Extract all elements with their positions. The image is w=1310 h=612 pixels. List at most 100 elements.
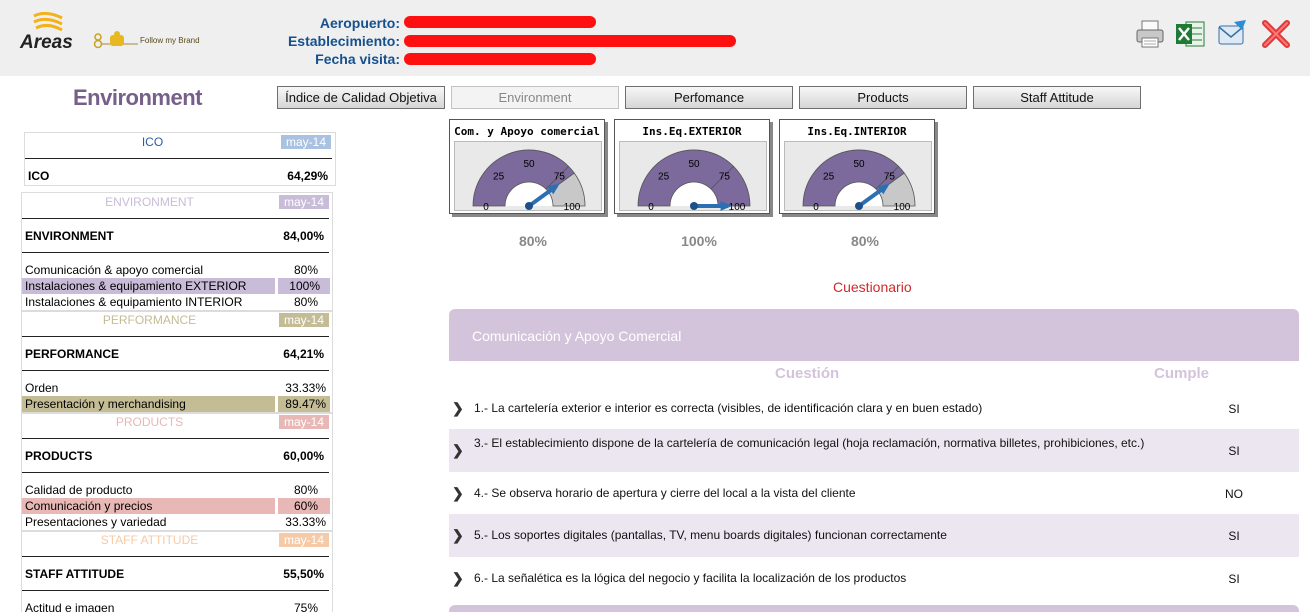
products-item-label: Presentaciones y variedad [25,515,167,529]
gauge-value: 80% [518,233,548,249]
products-header: PRODUCTS [115,415,184,429]
gauge-hub [855,202,863,210]
gauge-tick-label: 25 [658,172,670,183]
environment-item-label: Instalaciones & equipamiento EXTERIOR [22,278,275,294]
expand-arrow-icon[interactable]: ❯ [452,570,464,587]
section-header[interactable]: Comunicación y Apoyo Comercial [449,309,1299,361]
page-title: Environment [73,85,202,110]
environment-item-label: Instalaciones & equipamiento INTERIOR [25,295,243,309]
gauge-title: Ins.Eq.INTERIOR [807,125,907,138]
areas-logo: Areas [20,12,82,54]
question-text: 1.- La cartelería exterior e interior es… [474,401,983,415]
question-row[interactable]: ❯ 6.- La señalética es la lógica del neg… [449,557,1299,599]
gauge-hub [525,202,533,210]
brand-icon [93,31,138,49]
products-item-value: 80% [293,483,318,497]
gauge-tick-label: 0 [813,202,819,212]
gauge-face: 0 25 50 75 100 [454,141,602,213]
staff-total-label: STAFF ATTITUDE [25,567,125,581]
staff-rule-2 [22,590,329,591]
products-total-value: 60,00% [283,449,324,463]
performance-total-label: PERFORMANCE [25,347,120,361]
question-answer: SI [1228,444,1240,458]
gauge-tick-label: 0 [483,202,489,212]
ico-rule [25,158,332,159]
environment-header: ENVIRONMENT [105,195,194,209]
environment-date: may-14 [279,195,329,209]
staff-item-label: Actitud e imagen [25,601,115,612]
environment-total-value: 84,00% [283,229,324,243]
question-row[interactable]: ❯ 1.- La cartelería exterior e interior … [449,387,1299,429]
question-text: 5.- Los soportes digitales (pantallas, T… [474,528,947,542]
expand-arrow-icon[interactable]: ❯ [452,442,464,459]
environment-item-label: Comunicación & apoyo comercial [25,263,204,277]
products-total-label: PRODUCTS [25,449,93,463]
aeropuerto-redacted [404,16,596,28]
ico-total-value: 64,29% [287,169,328,183]
fecha-visita-redacted [404,53,596,65]
gauge-ins-interior: Ins.Eq.INTERIOR 0 25 50 75 100 [779,119,935,214]
gauge-hub [690,202,698,210]
products-item-value: 33.33% [285,515,326,529]
products-item-label: Comunicación y precios [22,498,275,514]
excel-icon[interactable] [1174,18,1206,50]
ico-total-label: ICO [28,169,50,183]
gauge-tick-label: 75 [719,172,731,183]
ico-date: may-14 [281,135,331,149]
environment-total-label: ENVIRONMENT [25,229,114,243]
gauge-ins-exterior: Ins.Eq.EXTERIOR 0 25 50 75 100 [614,119,770,214]
environment-item-value: 100% [278,278,330,294]
question-row[interactable]: ❯ 3.- El establecimiento dispone de la c… [449,429,1299,472]
tab-staff-attitude[interactable]: Staff Attitude [973,86,1141,109]
gauge-tick-label: 50 [853,159,865,170]
products-rule-2 [22,472,329,473]
question-text: 6.- La señalética es la lógica del negoc… [474,571,907,585]
staff-item-value: 75% [293,601,318,612]
aeropuerto-label: Aeropuerto: [319,15,400,31]
visit-info-labels: Aeropuerto: Establecimiento: Fecha visit… [240,14,400,68]
gauge-face: 0 25 50 75 100 [784,141,932,213]
brand-text: Follow my Brand [140,35,200,45]
staff-header: STAFF ATTITUDE [100,533,199,547]
gauge-tick-label: 25 [823,172,835,183]
products-item-value: 60% [278,498,330,514]
products-item-label: Calidad de producto [25,483,133,497]
gauge-title: Ins.Eq.EXTERIOR [642,125,742,138]
column-header-answer: Cumple [1154,365,1210,382]
close-icon[interactable] [1260,18,1292,50]
expand-arrow-icon[interactable]: ❯ [452,527,464,544]
question-text: 4.- Se observa horario de apertura y cie… [474,486,856,500]
column-header-question: Cuestión [775,365,840,382]
gauge-tick-label: 75 [554,172,566,183]
gauge-com-apoyo: Com. y Apoyo comercial 0 25 50 75 100 [449,119,605,214]
question-answer: SI [1228,529,1240,543]
logo-text: Areas [20,32,73,53]
staff-date: may-14 [279,533,329,547]
tab-performance[interactable]: Perfomance [625,86,793,109]
expand-arrow-icon[interactable]: ❯ [452,400,464,417]
expand-arrow-icon[interactable]: ❯ [452,485,464,502]
products-date: may-14 [279,415,329,429]
establecimiento-redacted [404,35,736,47]
environment-item-value: 80% [293,295,318,309]
gauge-tick-label: 100 [564,202,581,212]
fecha-visita-label: Fecha visita: [315,51,400,67]
tab-products[interactable]: Products [799,86,967,109]
question-row[interactable]: ❯ 4.- Se observa horario de apertura y c… [449,472,1299,514]
gauge-tick-label: 50 [523,159,535,170]
header-bar: Areas Follow my Brand Aeropuerto: Establ… [0,0,1310,76]
brand-logo: Follow my Brand [92,30,200,50]
performance-total-value: 64,21% [283,347,324,361]
performance-header: PERFORMANCE [102,313,197,327]
tab-ico[interactable]: Índice de Calidad Objetiva [277,86,445,109]
email-icon[interactable] [1216,18,1248,50]
question-row[interactable]: ❯ 5.- Los soportes digitales (pantallas,… [449,514,1299,557]
print-icon[interactable] [1134,18,1166,50]
question-text: 3.- El establecimiento dispone de la car… [474,436,1145,450]
staff-rule [22,556,329,557]
gauge-value: 100% [681,233,717,249]
performance-item-label: Orden [25,381,59,395]
question-answer: SI [1228,402,1240,416]
next-section-header[interactable] [449,605,1299,612]
tab-environment[interactable]: Environment [451,86,619,109]
